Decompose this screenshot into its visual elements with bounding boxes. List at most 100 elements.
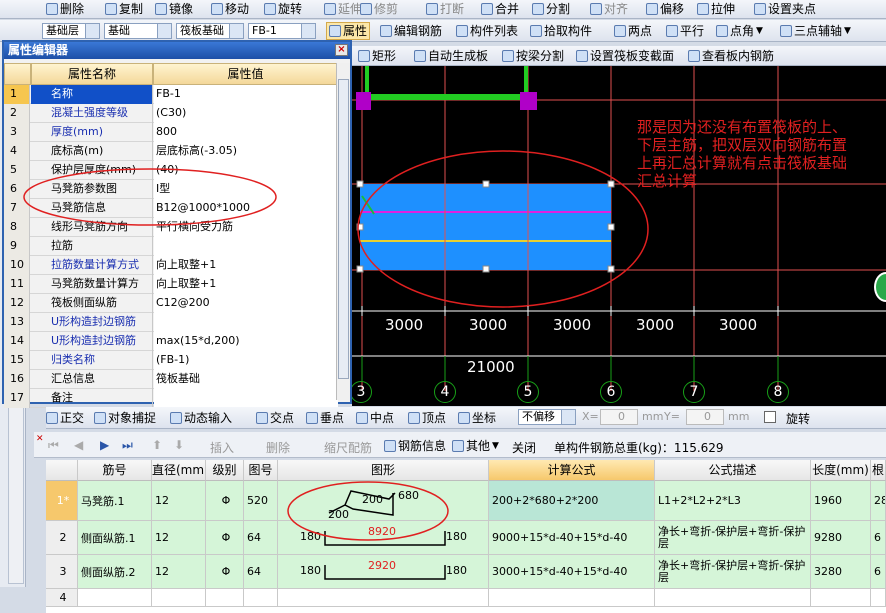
length[interactable]: 9280 [811, 521, 871, 555]
rotate-button[interactable]: 旋转 [264, 0, 302, 18]
move-down-icon[interactable]: ⬇ [174, 438, 184, 452]
subtype-combo[interactable]: 筏板基础 [176, 23, 244, 39]
view-rebar-button[interactable]: 查看板内钢筋 [688, 47, 774, 65]
count[interactable]: 6 [871, 521, 886, 555]
diameter[interactable]: 12 [152, 521, 206, 555]
name-combo[interactable]: FB-1 [248, 23, 316, 39]
property-row[interactable]: 9 拉筋 [4, 237, 338, 256]
offset-combo[interactable]: 不偏移 [518, 409, 576, 425]
count[interactable]: 6 [871, 555, 886, 589]
beam[interactable] [364, 94, 528, 100]
merge-button[interactable]: 合并 [481, 0, 519, 18]
other-button[interactable]: 其他 ▼ [452, 437, 499, 455]
x-input[interactable]: 0 [600, 409, 638, 425]
auto-generate-button[interactable]: 自动生成板 [414, 47, 488, 65]
panel-close-icon[interactable]: ✕ [36, 434, 44, 444]
grade[interactable]: Φ [206, 521, 244, 555]
set-slope-button[interactable]: 设置筏板变截面 [576, 47, 674, 65]
snap-toggle[interactable]: 对象捕捉 [94, 409, 156, 427]
property-row[interactable]: 12 筏板侧面纵筋 C12@200 [4, 294, 338, 313]
grade[interactable]: Φ [206, 555, 244, 589]
formula[interactable]: 9000+15*d-40+15*d-40 [489, 521, 655, 555]
property-value[interactable]: 800 [154, 123, 338, 142]
scale-rebar-button[interactable]: 缩尺配筋 [324, 439, 372, 456]
diameter[interactable]: 12 [152, 555, 206, 589]
property-value[interactable]: max(15*d,200) [154, 332, 338, 351]
mirror-button[interactable]: 镜像 [155, 0, 193, 18]
rect-button[interactable]: 矩形 [358, 47, 396, 65]
column[interactable] [520, 92, 537, 110]
row-index[interactable]: 3 [46, 555, 78, 589]
property-row[interactable]: 10 拉筋数量计算方式 向上取整+1 [4, 256, 338, 275]
diameter[interactable] [152, 589, 206, 607]
property-value[interactable]: (C30) [154, 104, 338, 123]
row-index[interactable]: 2 [46, 521, 78, 555]
move-button[interactable]: 移动 [211, 0, 249, 18]
diameter[interactable]: 12 [152, 481, 206, 521]
type-combo[interactable]: 基础 [104, 23, 172, 39]
stretch-button[interactable]: 拉伸 [697, 0, 735, 18]
rebar-name[interactable]: 侧面纵筋.2 [78, 555, 152, 589]
formula-desc[interactable]: 净长+弯折-保护层+弯折-保护层 [655, 555, 811, 589]
coordinate-toggle[interactable]: 坐标 [458, 409, 496, 427]
property-value[interactable]: 层底标高(-3.05) [154, 142, 338, 161]
delete-button[interactable]: 删除 [46, 0, 84, 18]
formula[interactable]: 3000+15*d-40+15*d-40 [489, 555, 655, 589]
property-row[interactable]: 13 U形构造封边钢筋 [4, 313, 338, 332]
property-button[interactable]: 属性 [326, 22, 371, 40]
trim-button[interactable]: 修剪 [360, 0, 398, 18]
formula-desc[interactable]: 净长+弯折-保护层+弯折-保护层 [655, 521, 811, 555]
column[interactable] [356, 92, 371, 110]
align-button[interactable]: 对齐 [590, 0, 628, 18]
intersection-toggle[interactable]: 交点 [256, 409, 294, 427]
delete-row-button[interactable]: 删除 [266, 439, 290, 456]
property-value[interactable]: FB-1 [154, 85, 338, 104]
row-index[interactable]: 4 [46, 589, 78, 607]
grade[interactable]: Φ [206, 481, 244, 521]
prev-record-icon[interactable]: ◀ [74, 438, 83, 452]
rotate-checkbox[interactable] [764, 411, 776, 423]
y-input[interactable]: 0 [686, 409, 724, 425]
property-value[interactable]: (FB-1) [154, 351, 338, 370]
midpoint-toggle[interactable]: 中点 [356, 409, 394, 427]
property-value[interactable]: 向上取整+1 [154, 256, 338, 275]
copy-button[interactable]: 复制 [105, 0, 143, 18]
figure-no[interactable]: 520 [244, 481, 278, 521]
figure-no[interactable]: 64 [244, 521, 278, 555]
property-row[interactable]: 3 厚度(mm) 800 [4, 123, 338, 142]
split-by-beam-button[interactable]: 按梁分割 [502, 47, 564, 65]
vertex-toggle[interactable]: 顶点 [408, 409, 446, 427]
formula-desc[interactable] [655, 589, 811, 607]
property-row[interactable]: 4 底标高(m) 层底标高(-3.05) [4, 142, 338, 161]
scroll-thumb[interactable] [338, 79, 349, 379]
last-record-icon[interactable]: ⏭ [122, 438, 133, 453]
component-list-button[interactable]: 构件列表 [456, 22, 518, 40]
two-points-button[interactable]: 两点 [614, 22, 652, 40]
drawing-canvas[interactable]: 3000 3000 3000 3000 3000 21000 3 4 5 6 7… [352, 66, 886, 406]
perpendicular-toggle[interactable]: 垂点 [306, 409, 344, 427]
property-row[interactable]: 1 名称 FB-1 [4, 85, 338, 104]
rebar-shape[interactable]: 180 2920 180 [278, 555, 489, 589]
close-icon[interactable]: × [335, 44, 348, 56]
insert-button[interactable]: 插入 [210, 439, 234, 456]
raft-slab[interactable] [360, 184, 611, 270]
property-value[interactable] [154, 389, 338, 408]
rebar-name[interactable]: 马凳筋.1 [78, 481, 152, 521]
three-point-aux-button[interactable]: 三点辅轴 ▼ [780, 22, 851, 40]
formula[interactable]: 200+2*680+2*200 [489, 481, 655, 521]
next-record-icon[interactable]: ▶ [100, 438, 109, 452]
property-row[interactable]: 11 马凳筋数量计算方 向上取整+1 [4, 275, 338, 294]
left-scrollbar[interactable] [8, 404, 24, 584]
count[interactable]: 28 [871, 481, 886, 521]
grade[interactable] [206, 589, 244, 607]
ortho-toggle[interactable]: 正交 [46, 409, 84, 427]
formula-desc[interactable]: L1+2*L2+2*L3 [655, 481, 811, 521]
figure-no[interactable]: 64 [244, 555, 278, 589]
property-value[interactable]: 筏板基础 [154, 370, 338, 389]
offset-button[interactable]: 偏移 [646, 0, 684, 18]
rebar-info-button[interactable]: 钢筋信息 [384, 437, 446, 455]
property-value[interactable]: C12@200 [154, 294, 338, 313]
property-row[interactable]: 16 汇总信息 筏板基础 [4, 370, 338, 389]
property-value[interactable]: 向上取整+1 [154, 275, 338, 294]
parallel-button[interactable]: 平行 [666, 22, 704, 40]
